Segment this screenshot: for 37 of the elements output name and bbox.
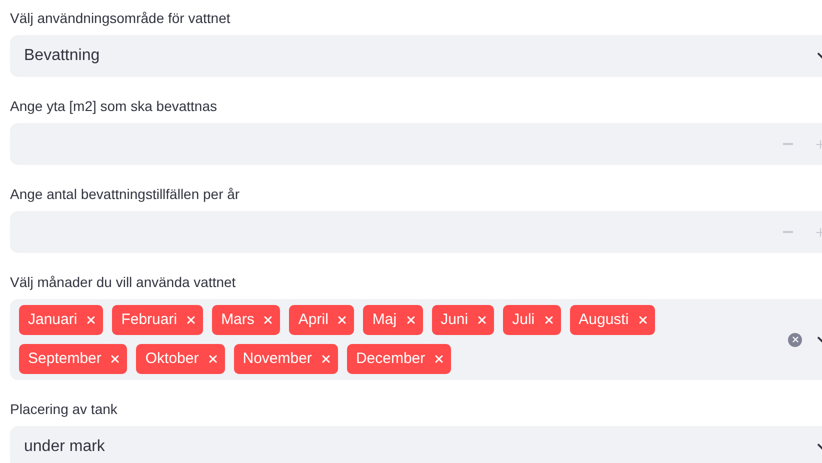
minus-icon: [783, 143, 793, 145]
close-icon: [262, 314, 274, 326]
close-icon: [320, 353, 332, 365]
select-field[interactable]: under mark: [10, 426, 822, 463]
close-icon: [109, 353, 122, 365]
close-icon: [336, 314, 348, 326]
tag-label: Oktober: [145, 348, 199, 369]
tag-label: Maj: [372, 310, 397, 330]
tag-label: November: [242, 348, 312, 369]
close-icon: [476, 314, 488, 326]
tag-label: Juli: [512, 310, 535, 330]
field-label: Ange antal bevattningstillfällen per år: [10, 185, 241, 203]
select-field[interactable]: Bevattning: [10, 35, 822, 77]
close-icon: [85, 314, 98, 326]
field-label: Placering av tank: [10, 400, 118, 418]
close-icon: [206, 353, 219, 365]
tag-label: Februari: [121, 310, 178, 330]
clear-all-button[interactable]: [788, 332, 802, 346]
tag-label: Januari: [28, 310, 78, 330]
tag-label: Mars: [221, 310, 254, 330]
minus-icon: [783, 231, 793, 233]
tag-label: April: [298, 310, 328, 330]
select-value: Bevattning: [24, 46, 101, 66]
select-value: under mark: [24, 437, 106, 457]
field-label: Ange yta [m2] som ska bevattnas: [10, 97, 218, 115]
close-icon: [790, 335, 800, 344]
close-icon: [404, 314, 417, 326]
field-label: Välj användningsområde för vattnet: [10, 9, 232, 27]
close-icon: [433, 353, 446, 365]
close-icon: [542, 314, 555, 326]
close-icon: [185, 314, 198, 326]
tag-label: Augusti: [578, 310, 629, 330]
field-label: Välj månader du vill använda vattnet: [10, 273, 237, 291]
tag-label: September: [28, 348, 102, 369]
close-icon: [636, 314, 649, 326]
tag-label: Juni: [440, 310, 468, 330]
tag-label: December: [356, 348, 426, 369]
